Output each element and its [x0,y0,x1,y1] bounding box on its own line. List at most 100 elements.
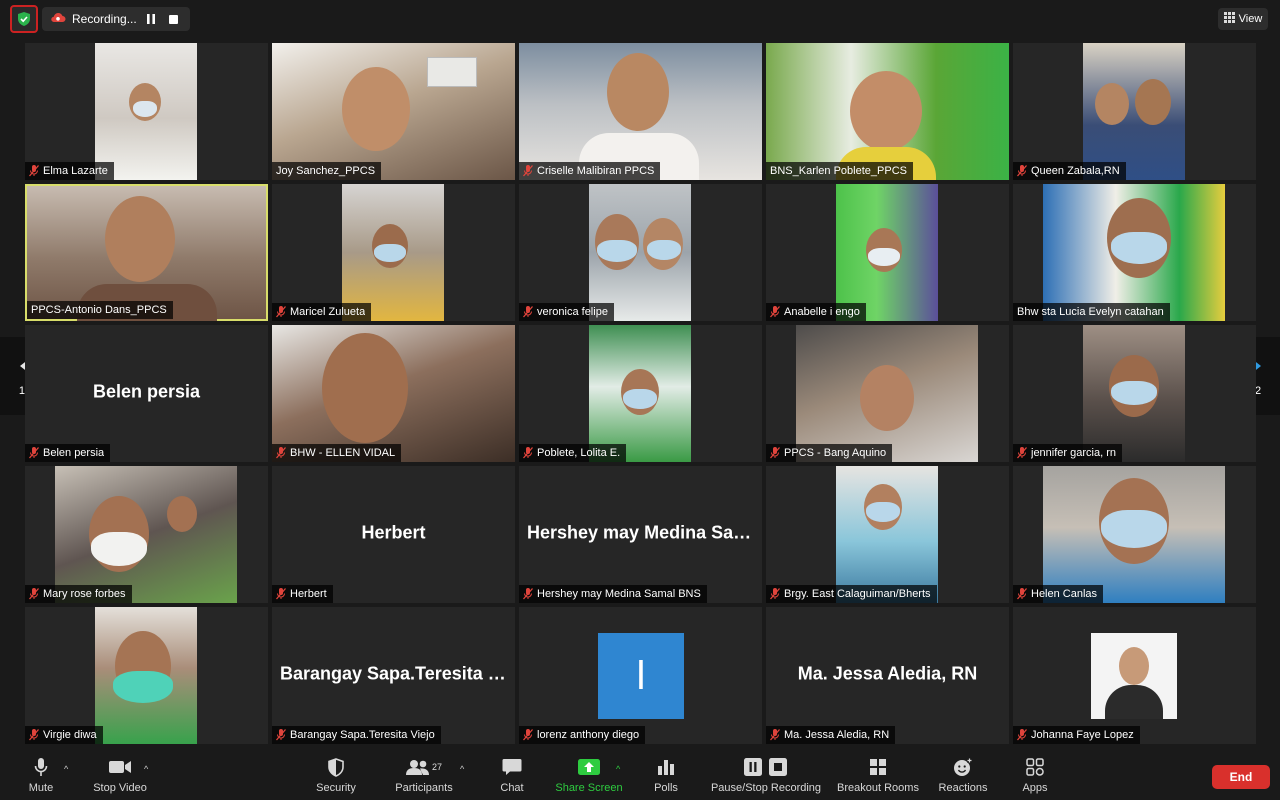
mic-muted-icon [1017,447,1027,459]
participant-name: Maricel Zulueta [290,306,366,318]
chevron-up-icon[interactable]: ^ [460,764,464,774]
participant-tile-active-speaker[interactable]: PPCS-Antonio Dans_PPCS [25,184,268,321]
participant-tile[interactable]: Hershey may Medina Sama... Hershey may M… [519,466,762,603]
participant-video [1083,325,1185,462]
pause-stop-recording-label: Pause/Stop Recording [710,782,822,794]
participant-tile[interactable]: veronica felipe [519,184,762,321]
chevron-up-icon[interactable]: ^ [616,764,620,774]
participant-tile[interactable]: Joy Sanchez_PPCS [272,43,515,180]
chat-button[interactable]: Chat [496,756,528,798]
top-bar: Recording... View [0,0,1280,40]
participant-tile[interactable]: Maricel Zulueta [272,184,515,321]
mic-muted-icon [523,165,533,177]
apps-label: Apps [1022,782,1048,794]
participant-tile[interactable]: Elma Lazarte [25,43,268,180]
participant-tile[interactable]: Ma. Jessa Aledia, RN Ma. Jessa Aledia, R… [766,607,1009,744]
participant-name: jennifer garcia, rn [1031,447,1116,459]
participant-display-name: Hershey may Medina Sama... [527,521,754,542]
security-shield-icon[interactable] [10,5,38,33]
chat-bubble-icon [502,756,522,778]
participant-video [342,184,444,321]
mic-muted-icon [276,729,286,741]
participant-name: Brgy. East Calaguiman/Bherts [784,588,931,600]
chevron-up-icon[interactable]: ^ [64,764,68,774]
participant-tile[interactable]: jennifer garcia, rn [1013,325,1256,462]
participant-tile[interactable]: l lorenz anthony diego [519,607,762,744]
participant-tile[interactable]: Anabelle i engo [766,184,1009,321]
participant-tile[interactable]: Poblete, Lolita E. [519,325,762,462]
mic-muted-icon [1017,588,1027,600]
participant-nameplate: jennifer garcia, rn [1013,444,1122,462]
participant-video [1083,43,1185,180]
participant-name: Elma Lazarte [43,165,108,177]
pause-recording-icon[interactable] [143,10,160,28]
participant-nameplate: Belen persia [25,444,111,462]
stop-recording-icon[interactable] [165,10,182,28]
breakout-rooms-button[interactable]: Breakout Rooms [834,756,922,798]
grid-view-icon [1223,12,1235,26]
participant-name: Anabelle i engo [784,306,860,318]
participant-nameplate: Mary rose forbes [25,585,132,603]
participant-nameplate: PPCS-Antonio Dans_PPCS [27,301,173,319]
participant-tile[interactable]: Criselle Malibiran PPCS [519,43,762,180]
share-screen-button[interactable]: Share Screen [552,756,626,798]
participant-tile[interactable]: Mary rose forbes [25,466,268,603]
participant-nameplate: BHW - ELLEN VIDAL [272,444,402,462]
chevron-up-icon[interactable]: ^ [144,764,148,774]
participant-video [836,466,938,603]
participant-nameplate: Barangay Sapa.Teresita Viejo [272,726,441,744]
participants-button[interactable]: 27 Participants [392,756,456,798]
participant-nameplate: BNS_Karlen Poblete_PPCS [766,162,913,180]
participant-nameplate: Virgie diwa [25,726,103,744]
stop-video-label: Stop Video [93,782,147,794]
participant-nameplate: PPCS - Bang Aquino [766,444,893,462]
participant-nameplate: Hershey may Medina Samal BNS [519,585,707,603]
participant-name: veronica felipe [537,306,608,318]
participant-tile[interactable]: Virgie diwa [25,607,268,744]
participant-tile[interactable]: Herbert Herbert [272,466,515,603]
participant-nameplate: veronica felipe [519,303,614,321]
participant-tile[interactable]: Helen Canlas [1013,466,1256,603]
participant-tile[interactable]: Bhw sta Lucia Evelyn catahan [1013,184,1256,321]
gallery-grid: Elma Lazarte Joy Sanchez_PPCS Criselle M… [25,43,1256,747]
end-meeting-button[interactable]: End [1212,765,1270,789]
mute-button[interactable]: Mute [22,756,60,798]
participant-video [27,186,266,321]
mic-muted-icon [29,447,39,459]
apps-button[interactable]: Apps [1018,756,1052,798]
pause-stop-recording-button[interactable]: Pause/Stop Recording [708,756,824,798]
participant-tile[interactable]: Brgy. East Calaguiman/Bherts [766,466,1009,603]
mic-muted-icon [276,306,286,318]
participant-video [1043,466,1225,603]
participant-tile[interactable]: PPCS - Bang Aquino [766,325,1009,462]
participant-tile[interactable]: Johanna Faye Lopez [1013,607,1256,744]
participant-tile[interactable]: Belen persia Belen persia [25,325,268,462]
view-button[interactable]: View [1218,8,1268,30]
mic-muted-icon [276,447,286,459]
cloud-recording-icon [50,12,66,26]
participant-name: BNS_Karlen Poblete_PPCS [770,165,907,177]
participant-nameplate: Poblete, Lolita E. [519,444,627,462]
participant-nameplate: Johanna Faye Lopez [1013,726,1140,744]
participant-video [589,325,691,462]
participant-nameplate: Criselle Malibiran PPCS [519,162,661,180]
mic-muted-icon [523,306,533,318]
apps-icon [1026,756,1044,778]
stop-video-button[interactable]: Stop Video [88,756,152,798]
chat-label: Chat [500,782,524,794]
polls-button[interactable]: Polls [650,756,682,798]
participant-tile[interactable]: BNS_Karlen Poblete_PPCS [766,43,1009,180]
pause-stop-icon [743,756,789,778]
participant-video [796,325,978,462]
reactions-button[interactable]: Reactions [936,756,990,798]
participant-tile[interactable]: Barangay Sapa.Teresita Viejo Barangay Sa… [272,607,515,744]
video-camera-icon [108,756,132,778]
security-button[interactable]: Security [312,756,360,798]
participant-nameplate: Herbert [272,585,333,603]
participant-avatar: l [598,633,684,719]
mic-muted-icon [523,447,533,459]
shield-icon [328,756,344,778]
participant-tile[interactable]: Queen Zabala,RN [1013,43,1256,180]
participant-tile[interactable]: BHW - ELLEN VIDAL [272,325,515,462]
participant-name: Queen Zabala,RN [1031,165,1120,177]
